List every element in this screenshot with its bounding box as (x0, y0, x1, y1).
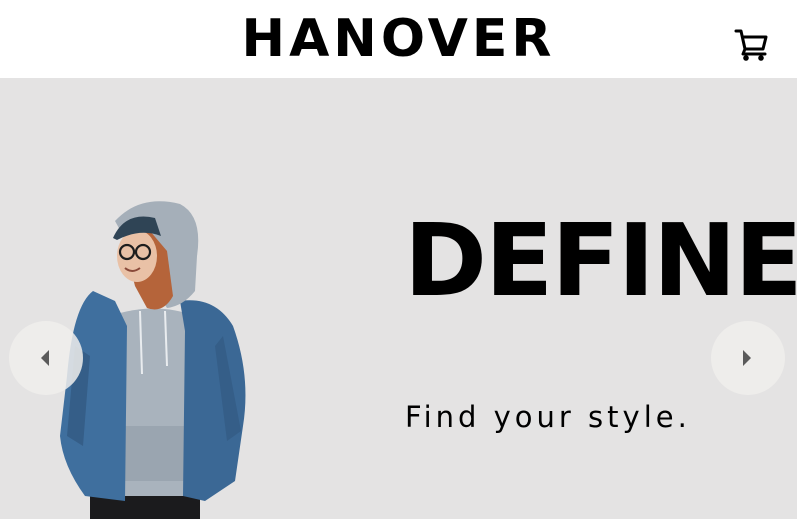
shopping-cart-icon[interactable] (734, 28, 770, 62)
hero-model-image (60, 201, 246, 519)
brand-logo[interactable]: HANOVER (0, 8, 797, 70)
hero-headline: DEFINE (404, 202, 797, 319)
carousel-prev-button[interactable] (9, 321, 83, 395)
site-header: HANOVER (0, 0, 797, 78)
hero-carousel: DEFINE Find your style. (0, 78, 797, 519)
hero-tagline: Find your style. (405, 400, 691, 434)
caret-right-icon (743, 350, 751, 366)
carousel-next-button[interactable] (711, 321, 785, 395)
caret-left-icon (41, 350, 49, 366)
